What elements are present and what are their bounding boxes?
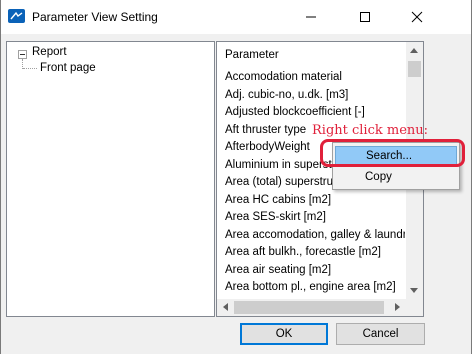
close-icon [411, 11, 423, 23]
list-item[interactable]: Area air seating [m2] [225, 262, 405, 280]
minimize-icon [306, 16, 316, 18]
horizontal-scrollbar[interactable] [217, 299, 406, 316]
close-button[interactable] [394, 0, 440, 34]
tree-node-front-page[interactable]: Front page [40, 62, 96, 74]
context-menu-copy[interactable]: Copy [335, 167, 457, 187]
annotation-label: Right click menu: [312, 123, 429, 138]
list-item[interactable]: Area HC cabins [m2] [225, 192, 405, 210]
scroll-left-icon[interactable] [223, 303, 228, 311]
context-menu-search[interactable]: Search... [335, 146, 457, 166]
cancel-button[interactable]: Cancel [336, 323, 425, 345]
scroll-right-icon[interactable] [395, 303, 400, 311]
maximize-button[interactable] [342, 0, 388, 34]
maximize-icon [360, 12, 370, 22]
vertical-scroll-thumb[interactable] [408, 61, 421, 77]
app-logo-icon [8, 9, 25, 23]
parameter-view-setting-dialog: Parameter View Setting Report Front page… [0, 0, 472, 354]
collapse-toggle-icon[interactable] [18, 50, 27, 59]
horizontal-scroll-thumb[interactable] [234, 301, 384, 314]
parameter-list-header: Parameter [225, 49, 279, 61]
window-title: Parameter View Setting [32, 10, 158, 24]
title-bar[interactable]: Parameter View Setting [1, 0, 471, 34]
list-item[interactable]: Area aft bulkh., forecastle [m2] [225, 244, 405, 262]
list-item[interactable]: Adj. cubic-no, u.dk. [m3] [225, 87, 405, 105]
list-item[interactable]: Area accomodation, galley & laundry [ [225, 227, 405, 245]
tree-connector [23, 68, 37, 69]
scroll-corner [406, 299, 423, 316]
list-item[interactable]: Accomodation material [225, 69, 405, 87]
tree-node-report[interactable]: Report [32, 46, 67, 58]
scroll-down-icon[interactable] [410, 288, 418, 293]
list-item[interactable]: Area bottom pl., engine area [m2] [225, 279, 405, 297]
minimize-button[interactable] [288, 0, 334, 34]
ok-button[interactable]: OK [240, 323, 328, 345]
context-menu: Search... Copy [332, 142, 460, 190]
report-tree[interactable]: Report Front page [6, 41, 215, 317]
scroll-up-icon[interactable] [410, 48, 418, 53]
list-item[interactable]: Adjusted blockcoefficient [-] [225, 104, 405, 122]
list-item[interactable]: Area SES-skirt [m2] [225, 209, 405, 227]
